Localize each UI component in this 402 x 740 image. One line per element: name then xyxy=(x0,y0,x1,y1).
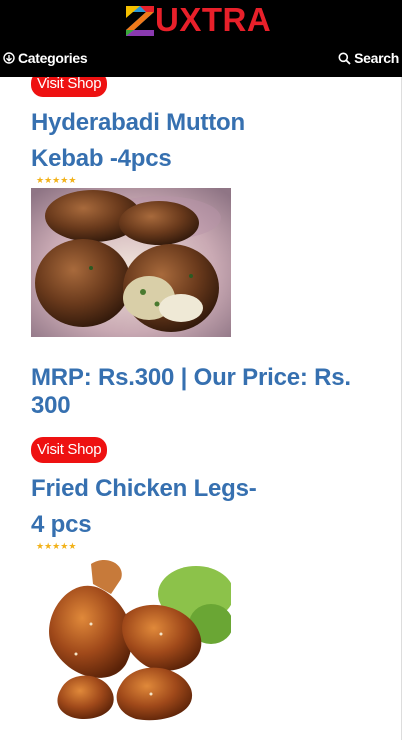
categories-label: Categories xyxy=(18,50,88,66)
star-icon: ★ xyxy=(52,541,61,551)
product-title-line: 4 pcs xyxy=(31,511,92,538)
product-title-line: Kebab -4pcs xyxy=(31,145,172,172)
product-title[interactable]: Hyderabadi Mutton Kebab -4pcs xyxy=(31,105,371,177)
product-image-mutton-kebab[interactable] xyxy=(31,188,231,337)
page: UXTRA Categories Search Visit Shop Hyder… xyxy=(0,0,402,740)
star-icon: ★ xyxy=(68,541,77,551)
logo-mark-icon xyxy=(126,6,154,36)
product-card: Visit Shop Fried Chicken Legs- 4 pcs ★ ★… xyxy=(31,437,371,724)
star-icon: ★ xyxy=(44,541,53,551)
top-header: UXTRA Categories Search xyxy=(0,0,402,77)
star-icon: ★ xyxy=(36,541,45,551)
search-label: Search xyxy=(354,50,399,66)
star-icon: ★ xyxy=(44,175,53,185)
product-title-line: Hyderabadi Mutton xyxy=(31,109,245,136)
star-icon: ★ xyxy=(60,175,69,185)
search-icon xyxy=(338,52,351,65)
product-card: Visit Shop Hyderabadi Mutton Kebab -4pcs… xyxy=(31,71,371,420)
star-icon: ★ xyxy=(68,175,77,185)
product-image-fried-chicken[interactable] xyxy=(31,554,231,724)
circle-arrow-down-icon xyxy=(3,52,15,64)
visit-shop-button[interactable]: Visit Shop xyxy=(31,437,108,463)
product-list: Visit Shop Hyderabadi Mutton Kebab -4pcs… xyxy=(31,71,371,724)
search-button[interactable]: Search xyxy=(338,48,399,68)
star-icon: ★ xyxy=(60,541,69,551)
product-price: MRP: Rs.300 | Our Price: Rs. 300 xyxy=(31,364,351,419)
logo-text: UXTRA xyxy=(155,1,272,38)
categories-button[interactable]: Categories xyxy=(3,48,88,68)
star-icon: ★ xyxy=(52,175,61,185)
product-title-line: Fried Chicken Legs- xyxy=(31,475,257,502)
site-logo[interactable]: UXTRA xyxy=(126,2,271,38)
star-icon: ★ xyxy=(36,175,45,185)
product-title[interactable]: Fried Chicken Legs- 4 pcs xyxy=(31,471,371,543)
